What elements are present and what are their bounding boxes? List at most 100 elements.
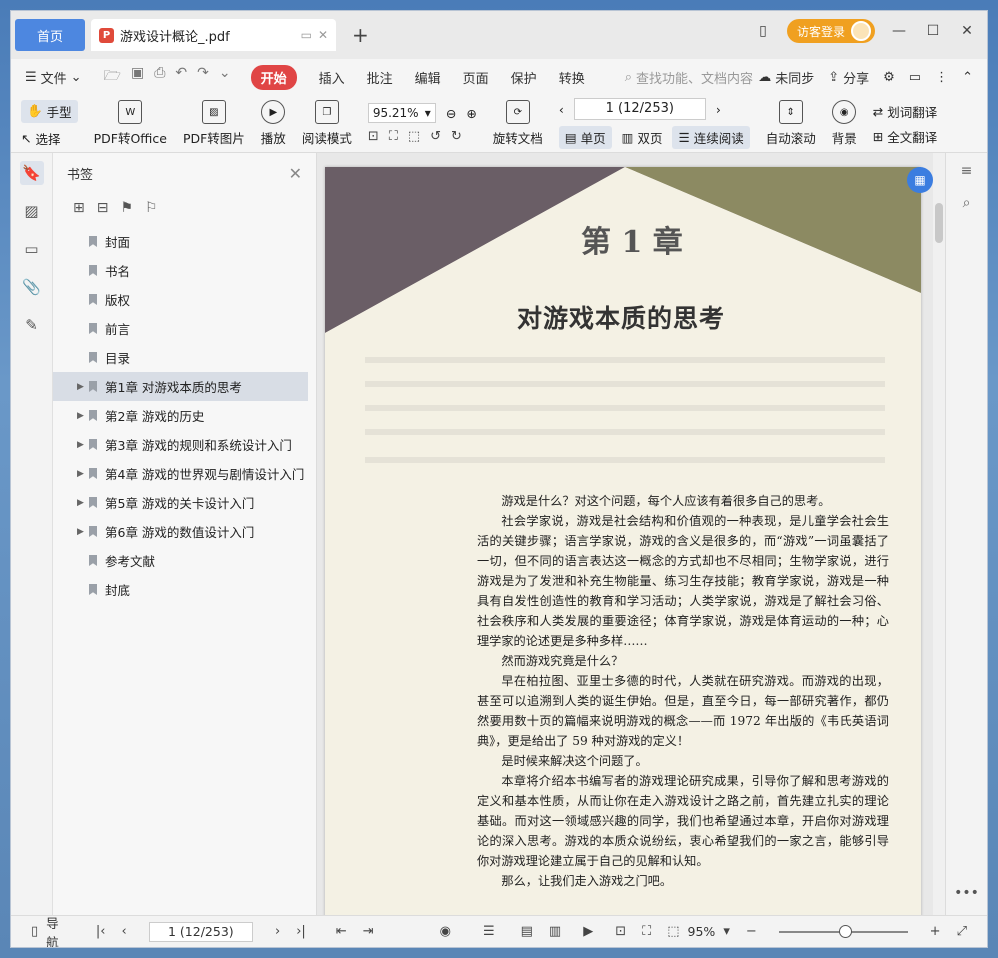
fit-width-icon[interactable]: ⬚ [408,129,420,144]
tab-document[interactable]: P 游戏设计概论_.pdf ▭ ✕ [91,19,336,51]
double-view-icon[interactable]: ▥ [549,924,561,939]
rotate-doc-button[interactable]: ⟳ 旋转文档 [493,100,543,147]
pdf-to-office-button[interactable]: W PDF转Office [94,100,167,147]
actual-size-icon[interactable]: ⊡ [368,129,379,144]
single-view-icon[interactable]: ▤ [521,924,533,939]
single-page-button[interactable]: ▤ 单页 [558,126,612,149]
bookmark-item-chapter-2[interactable]: ▶ 第2章 游戏的历史 [53,401,316,430]
undo-icon[interactable]: ↶ [175,65,187,89]
thumbnail-icon[interactable]: ▨ [20,199,44,223]
caret-right-icon[interactable]: ▶ [77,498,89,508]
bookmark-item-chapter-6[interactable]: ▶ 第6章 游戏的数值设计入门 [53,517,316,546]
new-tab-button[interactable]: + [352,23,369,47]
menu-protect[interactable]: 保护 [511,68,537,87]
prev-page-icon[interactable]: ‹ [559,102,564,117]
zoom-value[interactable]: 95% [688,924,716,939]
back-icon[interactable]: ⇤ [336,924,347,939]
select-tool[interactable]: ↖ 选择 [21,129,78,148]
search-input[interactable]: 查找功能、文档内容 [636,68,753,87]
play-button[interactable]: ▶ 播放 [261,100,286,147]
next-page-icon[interactable]: › [275,924,280,939]
fit-width-icon[interactable]: ⬚ [667,924,679,939]
settings-icon[interactable]: ⚙ [883,70,895,85]
pdf-to-image-button[interactable]: ▨ PDF转图片 [183,100,245,147]
first-page-icon[interactable]: |‹ [96,924,106,939]
scroll-thumb[interactable] [935,203,943,243]
bookmark-item-chapter-3[interactable]: ▶ 第3章 游戏的规则和系统设计入门 [53,430,316,459]
attachment-icon[interactable]: 📎 [20,275,44,299]
caret-right-icon[interactable]: ▶ [77,469,89,479]
zoom-slider-knob[interactable] [838,924,852,938]
fullscreen-icon[interactable]: ⤢ [957,924,967,939]
auto-scroll-button[interactable]: ⇕ 自动滚动 [766,100,816,147]
actual-size-icon[interactable]: ⊡ [615,924,626,939]
rotate-left-icon[interactable]: ↺ [430,129,441,144]
zoom-in-icon[interactable]: + [930,924,941,939]
eye-icon[interactable]: ◉ [440,924,451,939]
bookmark-item-chapter-5[interactable]: ▶ 第5章 游戏的关卡设计入门 [53,488,316,517]
zoom-out-icon[interactable]: ⊖ [446,106,456,121]
expand-all-icon[interactable]: ⊞ [73,200,85,216]
full-translate-button[interactable]: ⊞ 全文翻译 [873,127,938,146]
continuous-view-icon[interactable]: ☰ [483,924,495,939]
bookmark-flag-icon[interactable]: ⚐ [145,200,158,216]
caret-right-icon[interactable]: ▶ [77,440,89,450]
message-icon[interactable]: ▭ [909,70,921,85]
close-window-icon[interactable]: ✕ [957,23,977,39]
search-text-icon[interactable]: ⌕ [963,195,971,211]
bookmark-icon[interactable]: 🔖 [19,161,44,185]
nav-panel-icon[interactable]: ▯ [31,924,38,939]
collapse-icon[interactable]: ⌃ [962,70,973,85]
float-tool-icon[interactable]: ▦ [907,167,933,193]
bookmark-item-chapter-4[interactable]: ▶ 第4章 游戏的世界观与剧情设计入门 [53,459,316,488]
chevron-down-icon[interactable]: ▾ [723,924,730,939]
bookmark-item[interactable]: 封面 [53,227,316,256]
search-box[interactable]: ⌕ 查找功能、文档内容 [625,68,753,87]
redo-icon[interactable]: ↷ [197,65,209,89]
panel-menu-icon[interactable]: ≡ [961,163,973,179]
close-panel-icon[interactable]: ✕ [289,164,302,183]
play-icon[interactable]: ▶ [583,924,593,939]
signature-icon[interactable]: ✎ [20,313,44,337]
bookmark-item[interactable]: 封底 [53,575,316,604]
pdf-page[interactable]: 第 1 章 对游戏本质的思考 游戏是什么？对这个问题，每个人应该有着很多自己的思… [325,167,921,915]
menu-convert[interactable]: 转换 [559,68,585,87]
nav-label[interactable]: 导航 [46,913,70,948]
save-icon[interactable]: ▣ [131,65,144,89]
minimize-icon[interactable]: — [889,23,909,39]
page-input[interactable]: 1 (12/253) [573,98,706,120]
bookmark-item[interactable]: 书名 [53,256,316,285]
zoom-slider[interactable] [778,924,908,938]
background-button[interactable]: ◉ 背景 [832,100,857,147]
sync-button[interactable]: ☁ 未同步 [758,68,814,87]
more-icon[interactable]: ••• [954,885,979,901]
menu-page[interactable]: 页面 [463,68,489,87]
rotate-right-icon[interactable]: ↻ [451,129,462,144]
zoom-in-icon[interactable]: ⊕ [466,106,476,121]
caret-right-icon[interactable]: ▶ [77,382,89,392]
forward-icon[interactable]: ⇥ [363,924,374,939]
more-chevron-icon[interactable]: ⌄ [219,65,231,89]
zoom-select[interactable]: 95.21% ▾ [367,103,436,123]
fit-page-icon[interactable]: ⛶ [642,924,651,939]
share-button[interactable]: ⇪ 分享 [828,68,869,87]
add-bookmark-icon[interactable]: ⚑ [120,200,133,216]
read-mode-button[interactable]: ❐ 阅读模式 [302,100,352,147]
hand-tool[interactable]: ✋ 手型 [21,99,78,123]
fit-page-icon[interactable]: ⛶ [389,129,398,144]
close-tab-icon[interactable]: ✕ [318,28,328,42]
layout-icon[interactable]: ▯ [753,23,773,39]
double-page-button[interactable]: ▥ 双页 [622,128,663,147]
bookmark-item[interactable]: 前言 [53,314,316,343]
continuous-button[interactable]: ☰ 连续阅读 [672,126,750,149]
menu-edit[interactable]: 编辑 [415,68,441,87]
last-page-icon[interactable]: ›| [296,924,306,939]
bookmark-item[interactable]: 版权 [53,285,316,314]
zoom-out-icon[interactable]: − [746,924,757,939]
word-translate-button[interactable]: ⇄ 划词翻译 [873,102,938,121]
menu-insert[interactable]: 插入 [319,68,345,87]
open-folder-icon[interactable]: 🗁 [104,65,121,89]
caret-right-icon[interactable]: ▶ [77,527,89,537]
collapse-all-icon[interactable]: ⊟ [97,200,109,216]
caret-right-icon[interactable]: ▶ [77,411,89,421]
